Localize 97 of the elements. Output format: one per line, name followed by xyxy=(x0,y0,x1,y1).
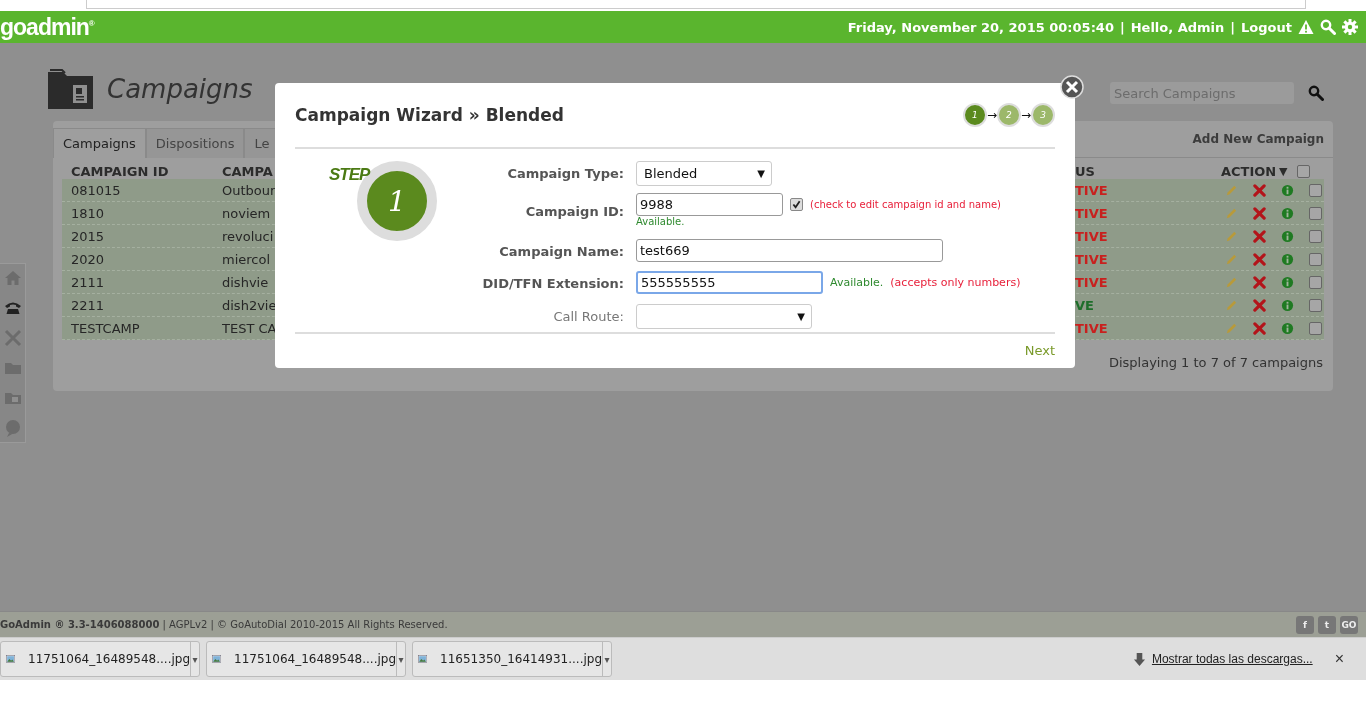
close-button[interactable]: × xyxy=(1332,650,1346,668)
search-icon[interactable] xyxy=(1308,85,1324,101)
input-field[interactable]: test669 xyxy=(636,238,943,262)
table-cell-text: 2211 xyxy=(70,297,106,313)
info-icon[interactable] xyxy=(1281,229,1294,243)
folder-icon xyxy=(47,68,95,110)
row-checkbox[interactable] xyxy=(1309,206,1322,220)
info-icon[interactable] xyxy=(1281,183,1294,197)
column-header: CAMPA xyxy=(222,163,273,179)
input-field[interactable]: 9988 xyxy=(636,193,783,217)
row-checkbox[interactable] xyxy=(1309,298,1322,312)
info-icon[interactable] xyxy=(1281,321,1294,335)
hint-text: (check to edit campaign id and name) xyxy=(810,199,1001,211)
step-indicator: 3 xyxy=(1031,103,1055,127)
copyright-text: GoAdmin ® 3.3-1406088000 | AGPLv2 | © GoAutoDial 2010-2015 All Rights Reserved. xyxy=(0,619,448,630)
status-text: TIVE xyxy=(1075,320,1108,336)
image-file-icon xyxy=(418,652,428,666)
download-item[interactable]: 11651350_16414931....jpg ▾ xyxy=(412,641,612,677)
page-title: Campaigns xyxy=(107,74,253,104)
delete-icon[interactable] xyxy=(1253,229,1266,243)
delete-icon[interactable] xyxy=(1253,298,1266,312)
table-cell-text: 081015 xyxy=(70,182,122,198)
download-item[interactable]: 11751064_16489548....jpg ▾ xyxy=(206,641,406,677)
search-icon[interactable] xyxy=(1320,19,1336,35)
column-header: US xyxy=(1075,163,1095,179)
field-label: Campaign Type: xyxy=(506,165,624,183)
table-cell: dishvie xyxy=(222,274,269,290)
warning-icon[interactable] xyxy=(1298,19,1314,35)
status-text: TIVE xyxy=(1075,205,1108,221)
row-checkbox[interactable] xyxy=(1309,321,1322,335)
info-icon[interactable] xyxy=(1281,206,1294,220)
table-cell-text: 2111 xyxy=(70,274,106,290)
delete-icon[interactable] xyxy=(1253,183,1266,197)
show-all-downloads-link[interactable]: Mostrar todas las descargas... xyxy=(1151,652,1313,666)
step-indicator: 1 xyxy=(962,103,987,127)
table-cell: miercol xyxy=(222,251,271,267)
row-checkbox[interactable] xyxy=(1309,183,1322,197)
social-link[interactable]: t xyxy=(1318,615,1336,634)
step-indicator: 2 xyxy=(996,103,1021,127)
edit-checkbox[interactable] xyxy=(790,198,803,212)
table-cell: Outbour xyxy=(222,182,276,198)
step-arrow: → xyxy=(1020,108,1031,122)
column-header: ACTION xyxy=(1220,163,1278,179)
status-text: TIVE xyxy=(1075,251,1108,267)
row-checkbox[interactable] xyxy=(1309,229,1322,243)
table-cell: TEST CA xyxy=(222,320,277,336)
separator: | xyxy=(1230,19,1236,35)
hint-text: (accepts only numbers) xyxy=(890,276,1021,290)
select-all-checkbox[interactable] xyxy=(1297,164,1310,178)
info-icon[interactable] xyxy=(1281,275,1294,289)
social-link[interactable]: GO xyxy=(1340,615,1358,634)
field-label: Campaign ID: xyxy=(524,203,624,222)
sort-caret[interactable]: ▼ xyxy=(1279,164,1297,178)
table-cell: dish2vie xyxy=(222,297,277,313)
status-text: TIVE xyxy=(1075,182,1108,198)
download-icon xyxy=(1132,651,1146,667)
delete-icon[interactable] xyxy=(1253,252,1266,266)
availability-text: Available. xyxy=(830,276,884,290)
field-label: DID/TFN Extension: xyxy=(481,275,624,294)
tab[interactable]: Campaigns xyxy=(53,128,146,158)
image-file-icon xyxy=(6,652,16,666)
step-label: STEP xyxy=(329,165,370,185)
row-checkbox[interactable] xyxy=(1309,252,1322,266)
table-cell-text: 1810 xyxy=(70,205,106,221)
separator: | xyxy=(1119,19,1125,35)
settings-icon[interactable] xyxy=(1342,19,1358,35)
info-icon[interactable] xyxy=(1281,298,1294,312)
greeting: Hello, Admin xyxy=(1130,19,1225,35)
close-icon[interactable] xyxy=(1060,75,1084,99)
status-text: TIVE xyxy=(1075,274,1108,290)
field-label: Call Route: xyxy=(552,307,624,326)
delete-icon[interactable] xyxy=(1253,321,1266,335)
add-new-campaign-link[interactable]: Add New Campaign xyxy=(1192,132,1324,146)
pagination-text: Displaying 1 to 7 of 7 campaigns xyxy=(1108,355,1323,370)
field-label: Campaign Name: xyxy=(498,242,624,261)
input-field[interactable]: 555555555 xyxy=(636,271,823,295)
info-icon[interactable] xyxy=(1281,252,1294,266)
delete-icon[interactable] xyxy=(1253,275,1266,289)
image-file-icon xyxy=(212,652,222,666)
download-item[interactable]: 11751064_16489548....jpg ▾ xyxy=(0,641,200,677)
date-time: Friday, November 20, 2015 00:05:40 xyxy=(847,19,1114,35)
table-cell-text: 2020 xyxy=(70,251,106,267)
status-text: VE xyxy=(1075,297,1094,313)
table-cell-text: 2015 xyxy=(70,228,106,244)
table-cell: noviem xyxy=(222,205,271,221)
status-text: TIVE xyxy=(1075,228,1108,244)
table-cell-text: TESTCAMP xyxy=(70,320,141,336)
dialog-title: Campaign Wizard » Blended xyxy=(295,105,564,125)
delete-icon[interactable] xyxy=(1253,206,1266,220)
step-arrow: → xyxy=(986,108,997,122)
column-header: CAMPAIGN ID xyxy=(70,163,170,179)
row-checkbox[interactable] xyxy=(1309,275,1322,289)
table-cell: revoluci xyxy=(222,228,274,244)
dropdown[interactable]: Blended ▼ xyxy=(636,161,772,186)
logo: goadmin$^{®}$ xyxy=(0,13,94,41)
availability-text: Available. xyxy=(636,216,686,228)
social-link[interactable]: f xyxy=(1296,615,1314,634)
